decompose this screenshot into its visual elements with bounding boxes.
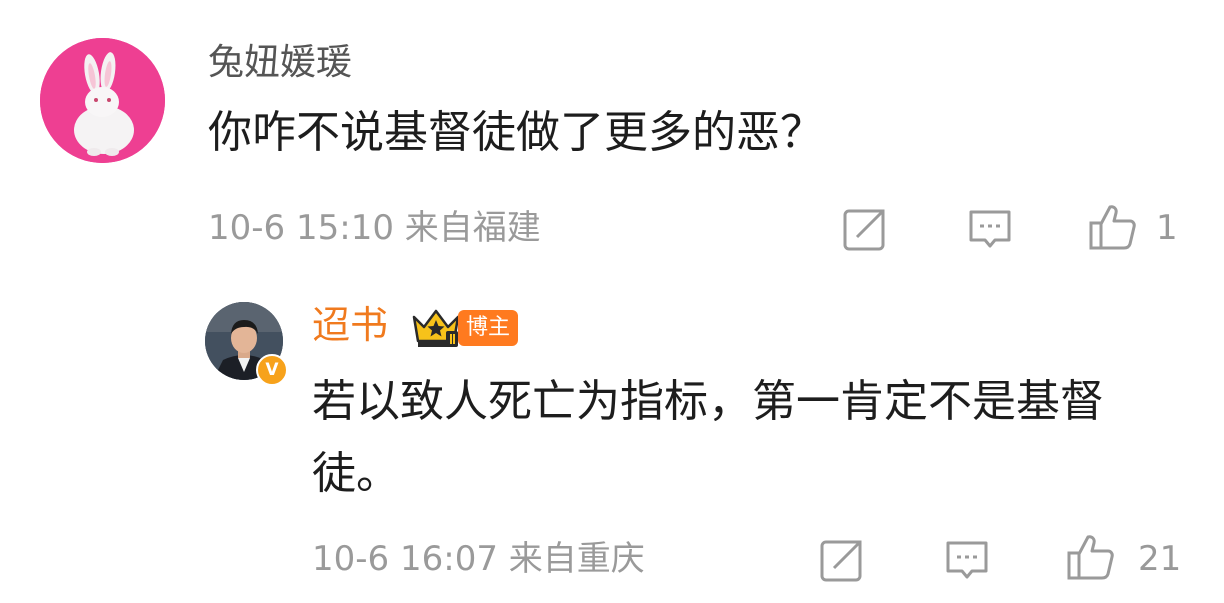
avatar[interactable] (40, 38, 165, 163)
like-count: 1 (1156, 208, 1178, 248)
like-count: 21 (1138, 539, 1182, 579)
comment-icon[interactable] (944, 537, 990, 583)
reply-text: 若以致人死亡为指标，第一肯定不是基督徒。 (312, 376, 1104, 499)
thumbs-up-icon[interactable] (1066, 532, 1116, 582)
rabbit-icon (40, 38, 165, 163)
blogger-badge: 博主 (458, 310, 518, 346)
share-icon[interactable] (842, 206, 888, 252)
crown-level-icon (410, 307, 462, 349)
verified-badge: V (256, 354, 288, 386)
comment-text: 你咋不说基督徒做了更多的恶？ (208, 107, 824, 158)
reply-meta: 10-6 16:07 来自重庆 (312, 539, 645, 579)
reply-username[interactable]: 迢书 (312, 297, 388, 353)
share-icon[interactable] (819, 537, 865, 583)
comment-username[interactable]: 兔妞媛瑗 (208, 36, 352, 90)
comment-meta: 10-6 15:10 来自福建 (208, 208, 541, 248)
comment-icon[interactable] (967, 206, 1013, 252)
thumbs-up-icon[interactable] (1088, 202, 1138, 252)
